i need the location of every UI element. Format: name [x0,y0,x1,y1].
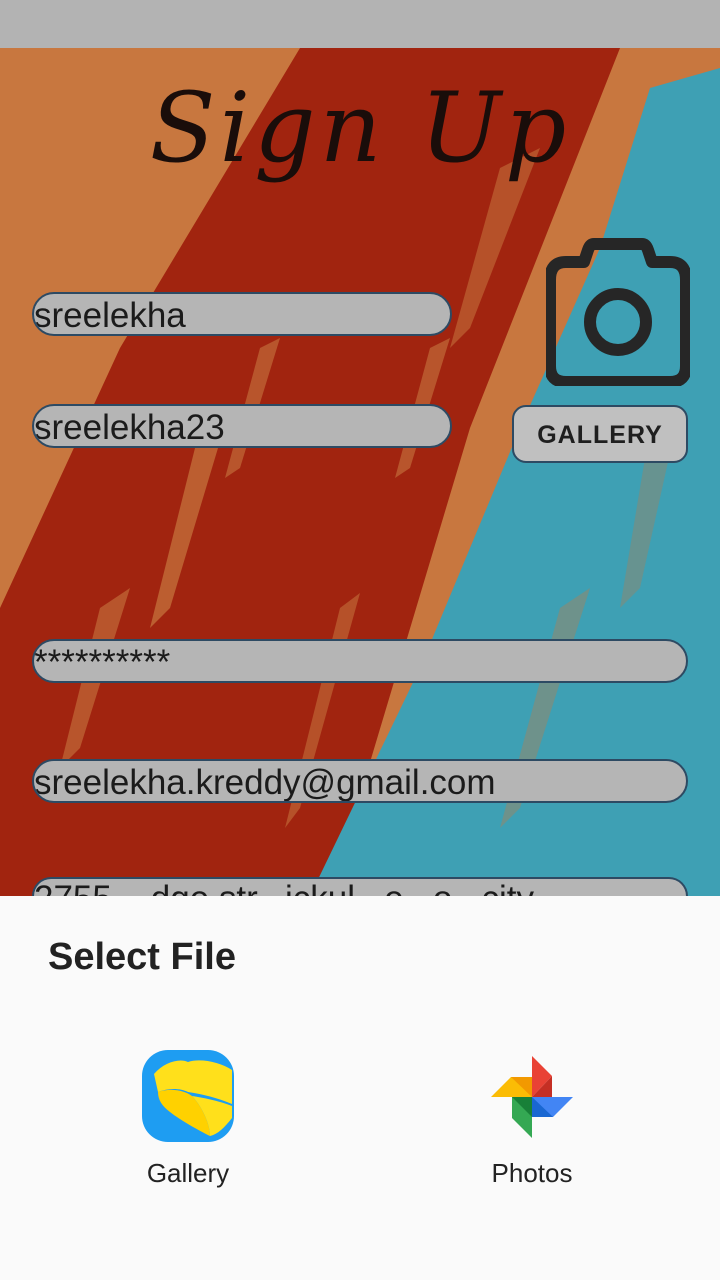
password-field[interactable]: ********** [32,639,688,683]
sheet-title: Select File [48,936,236,978]
email-field[interactable]: sreelekha.kreddy@gmail.com [32,759,688,803]
gallery-app-icon [142,1050,234,1142]
address-field[interactable]: 2755 ...dge str...ickul...e...o...city..… [32,877,688,896]
photos-app-label: Photos [491,1158,573,1188]
name-field[interactable]: sreelekha [32,292,452,336]
email-field-value: sreelekha.kreddy@gmail.com [34,763,496,802]
gallery-button[interactable]: GALLERY [512,405,688,463]
camera-icon[interactable] [544,238,692,388]
address-field-value: 2755 ...dge str...ickul...e...o...city..… [34,879,561,896]
username-field[interactable]: sreelekha23 [32,404,452,448]
page-title: Sign Up [149,72,571,184]
gallery-app-label: Gallery [146,1158,230,1188]
password-field-value: ********** [34,643,171,682]
name-field-value: sreelekha [34,296,186,335]
username-field-value: sreelekha23 [34,408,225,447]
status-bar [0,0,720,48]
photos-app-icon [491,1056,573,1138]
